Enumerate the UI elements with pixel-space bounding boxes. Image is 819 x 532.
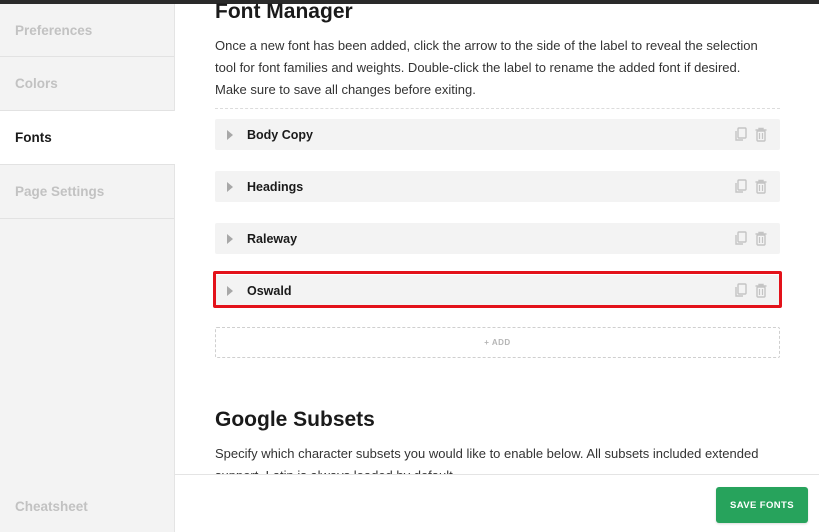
save-fonts-button[interactable]: SAVE FONTS bbox=[716, 487, 808, 523]
trash-icon[interactable] bbox=[754, 127, 768, 142]
copy-icon[interactable] bbox=[734, 231, 748, 246]
font-row-actions bbox=[734, 283, 768, 298]
font-row-body-copy: Body Copy bbox=[215, 119, 780, 150]
add-font-button[interactable]: + ADD bbox=[215, 327, 780, 358]
trash-icon[interactable] bbox=[754, 179, 768, 194]
font-row-oswald: Oswald bbox=[215, 275, 780, 306]
font-row-actions bbox=[734, 231, 768, 246]
font-row-headings: Headings bbox=[215, 171, 780, 202]
sidebar-item-page-settings[interactable]: Page Settings bbox=[0, 165, 174, 219]
sidebar-item-colors[interactable]: Colors bbox=[0, 57, 174, 111]
cheatsheet-link[interactable]: Cheatsheet bbox=[15, 499, 88, 514]
trash-icon[interactable] bbox=[754, 231, 768, 246]
expand-arrow-icon[interactable] bbox=[227, 181, 233, 192]
trash-icon[interactable] bbox=[754, 283, 768, 298]
divider bbox=[215, 108, 780, 109]
copy-icon[interactable] bbox=[734, 179, 748, 194]
section-description-google-subsets: Specify which character subsets you woul… bbox=[215, 446, 759, 474]
section-title: Font Manager bbox=[215, 0, 353, 23]
expand-arrow-icon[interactable] bbox=[227, 285, 233, 296]
copy-icon[interactable] bbox=[734, 283, 748, 298]
sidebar-item-label: Page Settings bbox=[15, 184, 105, 199]
sidebar-item-label: Colors bbox=[15, 76, 58, 91]
settings-sidebar: Preferences Colors Fonts Page Settings C… bbox=[0, 4, 175, 532]
sidebar-item-label: Preferences bbox=[15, 22, 93, 38]
sidebar-item-preferences[interactable]: Preferences bbox=[0, 4, 174, 57]
copy-icon[interactable] bbox=[734, 127, 748, 142]
font-label[interactable]: Raleway bbox=[247, 232, 734, 246]
expand-arrow-icon[interactable] bbox=[227, 129, 233, 140]
main-content: Font Manager Once a new font has been ad… bbox=[175, 0, 819, 474]
footer-bar: SAVE FONTS bbox=[175, 474, 819, 532]
font-row-actions bbox=[734, 179, 768, 194]
sidebar-item-fonts[interactable]: Fonts bbox=[0, 111, 175, 165]
font-label[interactable]: Body Copy bbox=[247, 128, 734, 142]
font-label[interactable]: Oswald bbox=[247, 284, 734, 298]
font-row-actions bbox=[734, 127, 768, 142]
font-row-raleway: Raleway bbox=[215, 223, 780, 254]
font-label[interactable]: Headings bbox=[247, 180, 734, 194]
section-description: Once a new font has been added, click th… bbox=[215, 38, 758, 97]
expand-arrow-icon[interactable] bbox=[227, 233, 233, 244]
sidebar-item-label: Fonts bbox=[15, 130, 52, 145]
section-title-google-subsets: Google Subsets bbox=[215, 408, 375, 431]
